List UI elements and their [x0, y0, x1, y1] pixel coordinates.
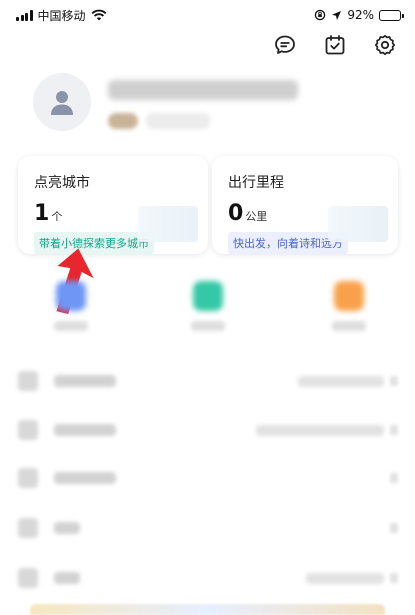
battery-percent: 92%: [347, 8, 374, 22]
city-illustration: [138, 206, 198, 242]
lit-cities-card[interactable]: 点亮城市 1 个 带着小德探索更多城市: [18, 156, 208, 254]
travel-mileage-card[interactable]: 出行里程 0 公里 快出发，向着诗和远方: [212, 156, 398, 254]
road-illustration: [328, 206, 388, 242]
level-badge-redacted: [108, 113, 138, 129]
chevron-right-icon: [390, 473, 398, 483]
carrier-name: 中国移动: [37, 8, 86, 23]
menu-row-icon: [18, 518, 38, 538]
default-avatar-icon: [51, 91, 73, 115]
chevron-right-icon: [390, 376, 398, 386]
quick-entry-icon-3[interactable]: [334, 281, 364, 311]
lit-cities-value: 1: [34, 201, 50, 226]
menu-row-icon: [18, 568, 38, 588]
location-arrow-icon: [332, 10, 342, 20]
quick-entry-icon-2[interactable]: [193, 281, 223, 311]
lit-cities-title: 点亮城市: [34, 175, 90, 191]
menu-row-3[interactable]: [18, 466, 398, 490]
menu-row-label: [54, 572, 80, 584]
settings-gear-icon[interactable]: [373, 33, 397, 57]
menu-row-label: [54, 424, 116, 436]
status-bar: 中国移动 92%: [0, 0, 415, 30]
chevron-right-icon: [390, 425, 398, 435]
menu-row-label: [54, 375, 116, 387]
status-bar-left: 中国移动: [16, 7, 107, 24]
rotation-lock-icon: [315, 9, 326, 21]
menu-row-label: [54, 522, 80, 534]
travel-mileage-title: 出行里程: [228, 175, 284, 191]
menu-row-1[interactable]: [18, 369, 398, 393]
status-bar-right: 92%: [314, 8, 404, 22]
battery-icon: [379, 9, 404, 21]
message-icon[interactable]: [273, 33, 297, 57]
username-redacted[interactable]: [108, 80, 298, 100]
cellular-signal-icon: [16, 9, 33, 21]
menu-row-value: [298, 375, 384, 387]
quick-entry-label-2: [191, 321, 225, 331]
menu-row-label: [54, 472, 116, 484]
wifi-icon: [91, 9, 106, 21]
menu-row-icon: [18, 371, 38, 391]
top-actions: [273, 33, 397, 57]
checkin-calendar-icon[interactable]: [323, 33, 347, 57]
menu-row-value: [256, 424, 384, 436]
lit-cities-unit: 个: [51, 210, 63, 223]
travel-mileage-value: 0: [228, 201, 244, 226]
avatar[interactable]: [33, 73, 91, 131]
menu-row-2[interactable]: [18, 418, 398, 442]
travel-mileage-unit: 公里: [245, 210, 268, 223]
chevron-right-icon: [390, 573, 398, 583]
menu-row-value: [306, 572, 384, 584]
quick-entry-icon-1[interactable]: [56, 281, 86, 311]
quick-entry-label-1: [54, 321, 88, 331]
menu-row-4[interactable]: [18, 516, 398, 540]
menu-row-5[interactable]: [18, 566, 398, 590]
menu-row-icon: [18, 468, 38, 488]
chevron-right-icon: [390, 523, 398, 533]
quick-entry-label-3: [332, 321, 366, 331]
menu-row-icon: [18, 420, 38, 440]
bottom-banner[interactable]: [30, 604, 385, 615]
points-badge-redacted: [146, 113, 210, 129]
